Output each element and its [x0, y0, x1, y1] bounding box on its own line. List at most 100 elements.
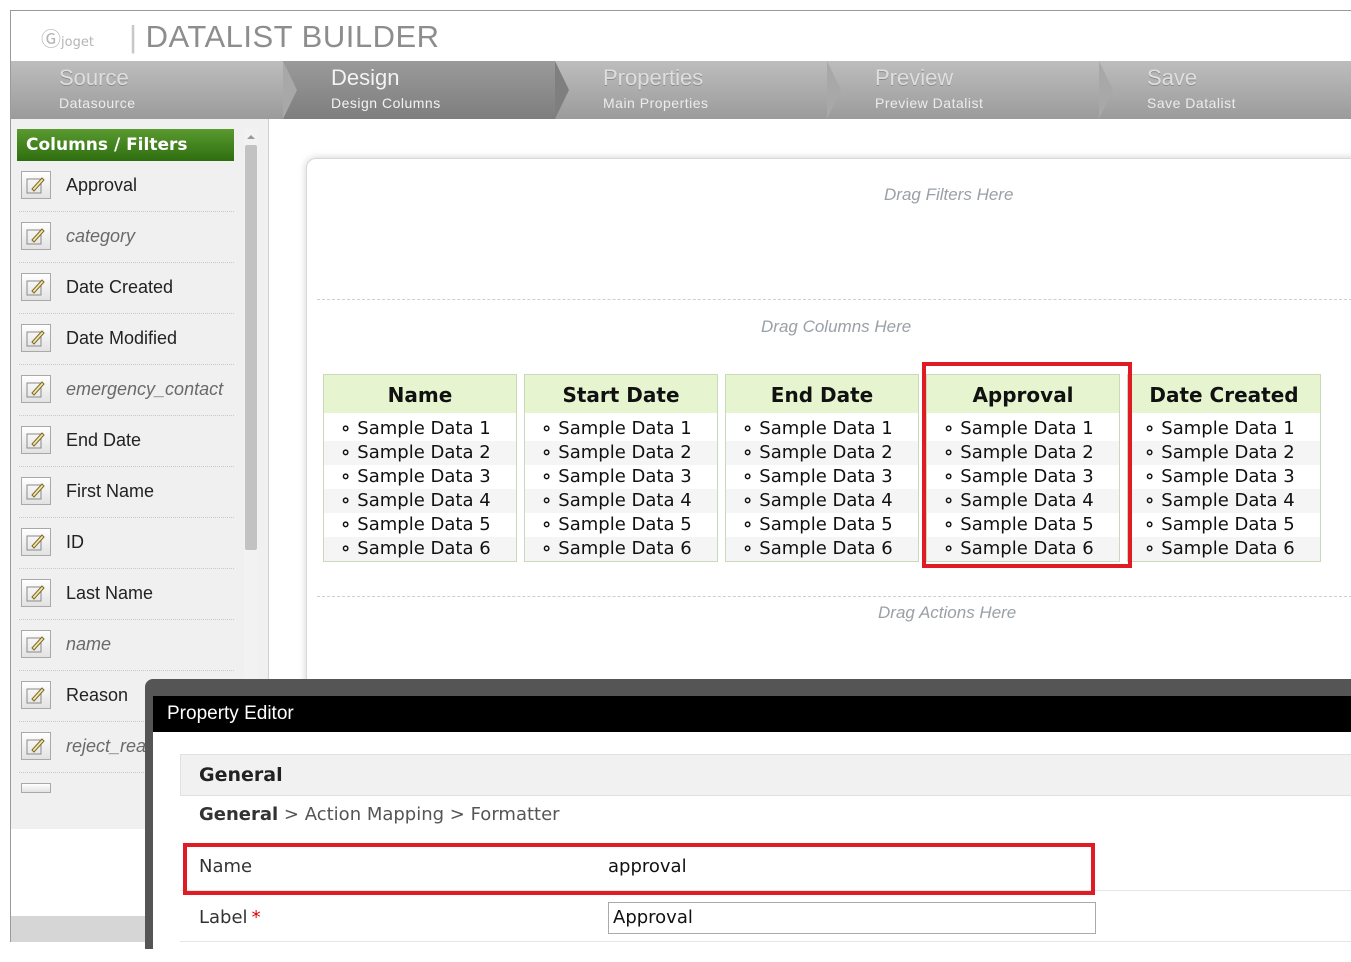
edit-icon [21, 426, 51, 454]
step-name: Properties [603, 65, 704, 90]
sample-item: Sample Data 5 [525, 513, 717, 537]
palette-item-date-modified[interactable]: Date Modified [19, 314, 234, 365]
step-subtitle: Save Datalist [1147, 95, 1236, 111]
property-editor-body: General General > Action Mapping > Forma… [153, 732, 1351, 962]
palette-item-last-name[interactable]: Last Name [19, 569, 234, 620]
actions-drop-zone[interactable]: Drag Actions Here [878, 603, 1016, 623]
column-header: Date Created [1128, 375, 1320, 413]
step-save[interactable]: Save Save Datalist [1099, 61, 1351, 119]
column-name[interactable]: Name Sample Data 1 Sample Data 2 Sample … [323, 374, 517, 562]
sample-item: Sample Data 3 [324, 465, 516, 489]
breadcrumb-rest[interactable]: > Action Mapping > Formatter [278, 804, 560, 825]
edit-icon [21, 579, 51, 607]
edit-icon [21, 528, 51, 556]
palette-item-emergency-contact[interactable]: emergency_contact [19, 365, 234, 416]
sample-item: Sample Data 4 [1128, 489, 1320, 513]
palette-title: Columns / Filters [17, 129, 234, 161]
sidebar-footer [11, 916, 156, 942]
label-label: Label * [199, 907, 261, 928]
step-preview[interactable]: Preview Preview Datalist [827, 61, 1113, 119]
sample-item: Sample Data 6 [1128, 537, 1320, 561]
edit-icon [21, 375, 51, 403]
step-subtitle: Design Columns [331, 95, 441, 111]
palette-item-label: emergency_contact [66, 379, 224, 399]
step-design[interactable]: Design Design Columns [283, 61, 569, 119]
edit-icon [21, 171, 51, 199]
wizard-steps: Source Datasource Design Design Columns … [11, 61, 1351, 119]
label-input[interactable]: Approval [608, 902, 1096, 934]
breadcrumb: General > Action Mapping > Formatter [199, 804, 560, 825]
palette-item-approval[interactable]: Approval [19, 161, 234, 212]
app-header: Ⓖjoget | DATALIST BUILDER [11, 11, 1351, 61]
palette-item-end-date[interactable]: End Date [19, 416, 234, 467]
sample-item: Sample Data 6 [726, 537, 918, 561]
palette-item-name[interactable]: name [19, 620, 234, 671]
column-end-date[interactable]: End Date Sample Data 1 Sample Data 2 Sam… [725, 374, 919, 562]
sample-item: Sample Data 5 [1128, 513, 1320, 537]
edit-icon [21, 273, 51, 301]
step-name: Preview [875, 65, 954, 90]
sample-item: Sample Data 3 [1128, 465, 1320, 489]
step-arrow-icon [827, 61, 841, 119]
app-title-text: DATALIST BUILDER [145, 19, 440, 54]
step-arrow-icon [1099, 61, 1113, 119]
columns-drop-zone[interactable]: Drag Columns Here [761, 317, 911, 337]
palette-item-label: Date Modified [66, 328, 178, 348]
palette-item-first-name[interactable]: First Name [19, 467, 234, 518]
step-subtitle: Main Properties [603, 95, 709, 111]
column-start-date[interactable]: Start Date Sample Data 1 Sample Data 2 S… [524, 374, 718, 562]
sample-item: Sample Data 3 [525, 465, 717, 489]
sample-item: Sample Data 1 [1128, 417, 1320, 441]
column-date-created[interactable]: Date Created Sample Data 1 Sample Data 2… [1127, 374, 1321, 562]
column-header: Name [324, 375, 516, 413]
filters-drop-zone[interactable]: Drag Filters Here [884, 185, 1013, 205]
sample-list: Sample Data 1 Sample Data 2 Sample Data … [1128, 417, 1320, 561]
sample-list: Sample Data 1 Sample Data 2 Sample Data … [726, 417, 918, 561]
logo-word: joget [61, 35, 94, 50]
app-title: | DATALIST BUILDER [129, 19, 440, 55]
step-name: Save [1147, 65, 1198, 90]
palette-item-label: End Date [66, 430, 142, 450]
dialog-title[interactable]: Property Editor [153, 696, 1351, 732]
logo-mark: Ⓖ [41, 27, 61, 51]
edit-icon [21, 732, 51, 760]
palette-item-label: name [66, 634, 112, 654]
joget-logo: Ⓖjoget [41, 23, 94, 52]
scroll-up-icon[interactable] [244, 129, 258, 143]
palette-item-label: First Name [66, 481, 155, 501]
sample-item: Sample Data 2 [324, 441, 516, 465]
edit-icon [21, 477, 51, 505]
sample-item: Sample Data 2 [525, 441, 717, 465]
edit-icon [21, 681, 51, 709]
sample-item: Sample Data 1 [726, 417, 918, 441]
sample-list: Sample Data 1 Sample Data 2 Sample Data … [525, 417, 717, 561]
step-subtitle: Datasource [59, 95, 136, 111]
palette-item-label: Date Created [66, 277, 174, 297]
sample-item: Sample Data 6 [324, 537, 516, 561]
scroll-thumb[interactable] [245, 145, 257, 550]
name-field-highlight [183, 843, 1095, 895]
sample-item: Sample Data 2 [1128, 441, 1320, 465]
palette-item-label: Reason [66, 685, 129, 705]
property-editor-dialog: Property Editor General General > Action… [145, 679, 1351, 962]
label-label-text: Label [199, 907, 248, 928]
palette-item-id[interactable]: ID [19, 518, 234, 569]
palette-item-label: Approval [66, 175, 138, 195]
sample-item: Sample Data 5 [324, 513, 516, 537]
step-properties[interactable]: Properties Main Properties [555, 61, 841, 119]
sample-item: Sample Data 4 [525, 489, 717, 513]
breadcrumb-current: General [199, 804, 279, 825]
palette-item-date-created[interactable]: Date Created [19, 263, 234, 314]
property-row-label: Label * Approval [180, 895, 1351, 942]
edit-icon [21, 222, 51, 250]
column-header: End Date [726, 375, 918, 413]
actions-divider [317, 596, 1351, 597]
step-source[interactable]: Source Datasource [11, 61, 297, 119]
sample-item: Sample Data 2 [726, 441, 918, 465]
step-name: Design [331, 65, 400, 90]
palette-item-label: category [66, 226, 136, 246]
step-arrow-icon [555, 61, 569, 119]
sample-item: Sample Data 4 [324, 489, 516, 513]
palette-item-category[interactable]: category [19, 212, 234, 263]
step-arrow-icon [283, 61, 297, 119]
